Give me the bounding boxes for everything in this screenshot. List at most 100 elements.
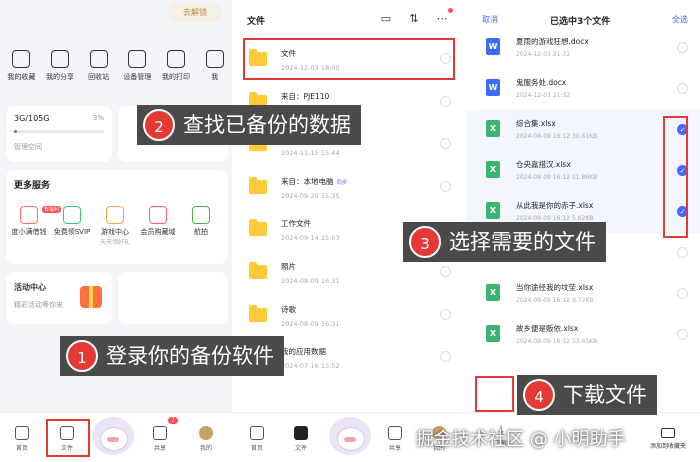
file-row[interactable]: 诗歌 2024-08-09 16:31 — [233, 294, 465, 337]
service-icon — [192, 206, 210, 224]
file-name-text: 来自：PJE110 — [281, 91, 330, 101]
tab-files[interactable]: 文件 — [281, 426, 321, 452]
tab-label: 首页 — [250, 445, 263, 452]
folder-icon — [294, 426, 308, 440]
select-radio[interactable] — [440, 95, 451, 107]
blank-card — [118, 272, 228, 324]
service-label: 游戏中心 — [101, 228, 129, 236]
cancel-button[interactable]: 取消 — [482, 14, 498, 25]
panel-my-account: 去解锁 我的收藏 我的分享 回收站 设备管理 我的打印 我 3G/105G 3% 管理空间… — [0, 0, 232, 462]
callout-step-3: 3 选择需要的文件 — [403, 222, 606, 262]
storage-percent: 3% — [92, 114, 104, 122]
select-radio[interactable] — [440, 265, 451, 277]
quick-action-item[interactable]: 我的打印 — [159, 44, 194, 96]
quick-action-label: 回收站 — [88, 73, 110, 81]
quick-action-item[interactable]: 我 — [197, 44, 232, 96]
file-date: 2024-09-14 15:03 — [281, 234, 340, 243]
device-icon — [128, 50, 147, 68]
activity-card[interactable]: 活动中心 精彩活动等你来 — [6, 272, 112, 324]
unlock-button[interactable]: 去解锁 — [168, 4, 222, 22]
home-icon — [250, 426, 264, 440]
tab-mine[interactable]: 我的 — [186, 426, 226, 452]
document-name: 从此我是你的赤子.xlsx — [516, 201, 594, 210]
select-checkbox[interactable] — [677, 288, 688, 299]
more-icon[interactable]: ⋯ — [435, 12, 449, 26]
service-item[interactable]: 航拍 — [181, 200, 221, 246]
excel-doc-icon: X — [486, 161, 500, 178]
callout-step-4: 4 下载文件 — [517, 375, 657, 415]
quick-action-item[interactable]: 我的分享 — [43, 44, 78, 96]
recycle-icon — [89, 50, 108, 68]
document-meta: 2024-08-09 16:12 9.72KB — [516, 297, 594, 304]
more-services-title: 更多服务 — [14, 181, 51, 191]
star-icon — [12, 50, 31, 68]
service-label: 度小满借钱 — [11, 228, 47, 236]
select-checkbox[interactable] — [677, 83, 688, 94]
select-all-button[interactable]: 全选 — [672, 14, 688, 25]
more-services-card: 更多服务 度小满借钱 免费领SVIP 游戏中心 天天领好礼 会员购藏域 航拍 有福利 — [6, 170, 228, 264]
select-checkbox[interactable] — [677, 329, 688, 340]
quick-action-item[interactable]: 设备管理 — [120, 44, 155, 96]
select-checkbox[interactable] — [677, 42, 688, 53]
step-number: 4 — [523, 379, 555, 411]
document-name: 当你途径我的坟茔.xlsx — [516, 283, 594, 292]
mascot-icon[interactable] — [92, 417, 134, 455]
document-meta: 2024-08-09 16:12 30.61KB — [516, 133, 598, 140]
excel-doc-icon: X — [486, 325, 500, 342]
document-meta: 2024-08-09 16:12 53.45KB — [516, 338, 598, 345]
service-item[interactable]: 游戏中心 天天领好礼 — [95, 200, 135, 246]
folder-icon — [249, 304, 267, 322]
folder-icon — [249, 176, 267, 194]
add-favorite-button[interactable]: 添加到收藏夹 — [648, 428, 688, 450]
select-radio[interactable] — [440, 138, 451, 150]
document-row[interactable]: X 故乡便是贩依.xlsx 2024-08-09 16:12 53.45KB — [466, 315, 700, 356]
document-row[interactable]: X 当你途径我的坟茔.xlsx 2024-08-09 16:12 9.72KB — [466, 274, 700, 315]
quick-action-label: 我的打印 — [162, 73, 191, 81]
share-icon — [51, 50, 69, 68]
manage-storage-link[interactable]: 管理空间 — [14, 142, 42, 152]
select-radio[interactable] — [440, 351, 451, 363]
document-row[interactable]: W 夏雨的游戏狂想.docx 2024-12-03 21:32 — [466, 28, 700, 69]
step-number: 3 — [409, 226, 441, 258]
document-name: 故乡便是贩依.xlsx — [516, 324, 579, 333]
highlight-file-row — [243, 38, 455, 80]
document-meta: 2024-08-09 16:12 5.62KB — [516, 215, 594, 222]
file-date: 2024-07-16 13:52 — [281, 362, 340, 371]
tab-share[interactable]: 共享 — [140, 426, 180, 452]
select-radio[interactable] — [440, 308, 451, 320]
callout-text: 登录你的备份软件 — [106, 344, 274, 368]
step-number: 1 — [66, 340, 98, 372]
document-row[interactable]: W 鬼服务处.docx 2024-12-03 21:32 — [466, 69, 700, 110]
service-label: 航拍 — [194, 228, 208, 236]
storage-card[interactable]: 3G/105G 3% 管理空间 — [6, 106, 112, 162]
document-meta: 2024-12-03 21:32 — [516, 51, 571, 58]
file-name-text: 来自：本地电脑 — [281, 176, 334, 186]
file-name-text: 我的应用数据 — [281, 347, 326, 357]
notification-dot — [448, 8, 453, 13]
select-checkbox[interactable] — [677, 247, 688, 258]
highlight-download — [475, 376, 514, 412]
bottom-tab-bar: 首页 文件 共享 7 我的 — [0, 412, 232, 462]
callout-text: 下载文件 — [563, 383, 647, 407]
add-favorite-label: 添加到收藏夹 — [649, 443, 686, 450]
service-item[interactable]: 会员购藏域 — [138, 200, 178, 246]
tab-label: 我的 — [199, 445, 212, 452]
storage-progress-bar — [14, 130, 104, 133]
callout-step-1: 1 登录你的备份软件 — [60, 336, 284, 376]
step-number: 2 — [143, 109, 175, 141]
tab-share[interactable]: 共享 — [375, 426, 415, 452]
sync-tag: 同步 — [336, 179, 348, 186]
select-radio[interactable] — [440, 180, 451, 192]
mascot-icon[interactable] — [329, 417, 371, 455]
tab-home[interactable]: 首页 — [2, 426, 42, 452]
tab-home[interactable]: 首页 — [237, 426, 277, 452]
file-row[interactable]: 来自：本地电脑 同步 2024-09-20 15:35 — [233, 166, 465, 209]
file-name: 诗歌 — [281, 304, 296, 315]
callout-text: 选择需要的文件 — [449, 230, 596, 254]
quick-action-item[interactable]: 我的收藏 — [4, 44, 39, 96]
page-title: 文件 — [247, 17, 266, 27]
archive-icon[interactable]: ▭ — [379, 12, 393, 26]
quick-action-item[interactable]: 回收站 — [81, 44, 116, 96]
file-name: 我的应用数据 — [281, 346, 326, 357]
sort-icon[interactable]: ⇅ — [407, 12, 421, 26]
